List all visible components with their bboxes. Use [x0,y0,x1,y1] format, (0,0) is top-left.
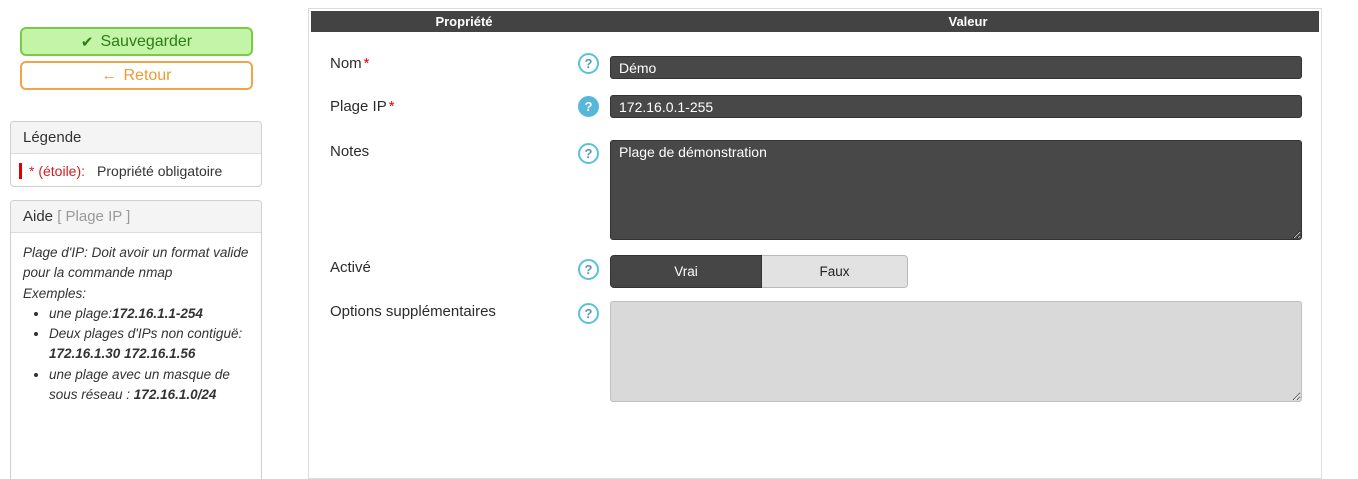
save-button-label: Sauvegarder [100,33,192,51]
back-button[interactable]: ← Retour [20,61,253,90]
legend-star-label: * (étoile): [29,163,85,179]
notes-help-icon[interactable]: ? [578,143,599,164]
help-examples-list: une plage:172.16.1.1-254 Deux plages d'I… [23,304,249,405]
help-line-examples: Exemples: [23,284,249,304]
column-header-value: Valeur [617,11,1319,32]
active-label: Activé [330,259,371,276]
active-toggle-group: Vrai Faux [610,255,908,288]
notes-textarea[interactable]: Plage de démonstration [610,140,1302,240]
column-header-property: Propriété [311,11,617,32]
plage-ip-input[interactable] [610,95,1302,118]
required-asterisk: * [389,98,395,115]
table-header: Propriété Valeur [311,11,1319,32]
help-panel-context: [ Plage IP ] [57,208,130,225]
help-panel: Aide [ Plage IP ] Plage d'IP: Doit avoir… [10,200,262,479]
help-example-text: Deux plages d'IPs non contiguë: [49,326,242,341]
nom-label: Nom* [330,55,370,72]
property-form-panel: Propriété Valeur Nom* ? Plage IP* ? Note… [308,8,1322,479]
legend-panel: Légende * (étoile): Propriété obligatoire [10,121,262,187]
active-help-icon[interactable]: ? [578,259,599,280]
help-example-text: une plage: [49,306,112,321]
help-example-value: 172.16.1.30 172.16.1.56 [49,346,195,361]
nom-help-icon[interactable]: ? [578,53,599,74]
required-asterisk: * [364,55,370,72]
legend-star-text: Propriété obligatoire [97,163,222,179]
plage-ip-label: Plage IP* [330,98,395,115]
help-example-item: une plage:172.16.1.1-254 [49,304,249,324]
nom-label-text: Nom [330,55,362,72]
save-button[interactable]: ✔ Sauvegarder [20,27,253,56]
check-icon: ✔ [81,33,94,51]
plage-ip-help-icon[interactable]: ? [578,96,599,117]
help-panel-title: Aide [ Plage IP ] [11,201,261,233]
legend-panel-body: * (étoile): Propriété obligatoire [11,154,261,188]
help-panel-body: Plage d'IP: Doit avoir un format valide … [11,233,261,405]
help-panel-title-text: Aide [23,208,53,225]
nom-input[interactable] [610,56,1302,79]
help-example-value: 172.16.1.1-254 [112,306,203,321]
help-example-item: Deux plages d'IPs non contiguë: 172.16.1… [49,324,249,365]
help-example-value: 172.16.1.0/24 [134,387,217,402]
back-button-label: Retour [123,67,171,85]
active-toggle-true[interactable]: Vrai [610,255,762,288]
active-toggle-false[interactable]: Faux [762,255,908,288]
legend-required-note: * (étoile): Propriété obligatoire [19,163,222,179]
notes-label: Notes [330,143,369,160]
arrow-left-icon: ← [101,67,116,84]
plage-ip-label-text: Plage IP [330,98,387,115]
help-example-item: une plage avec un masque de sous réseau … [49,365,249,406]
legend-panel-title: Légende [11,122,261,154]
sidebar: ✔ Sauvegarder ← Retour Légende * (étoile… [10,0,262,479]
help-line-format: Plage d'IP: Doit avoir un format valide … [23,243,249,284]
options-label: Options supplémentaires [330,303,496,320]
options-help-icon[interactable]: ? [578,303,599,324]
options-textarea[interactable] [610,301,1302,402]
